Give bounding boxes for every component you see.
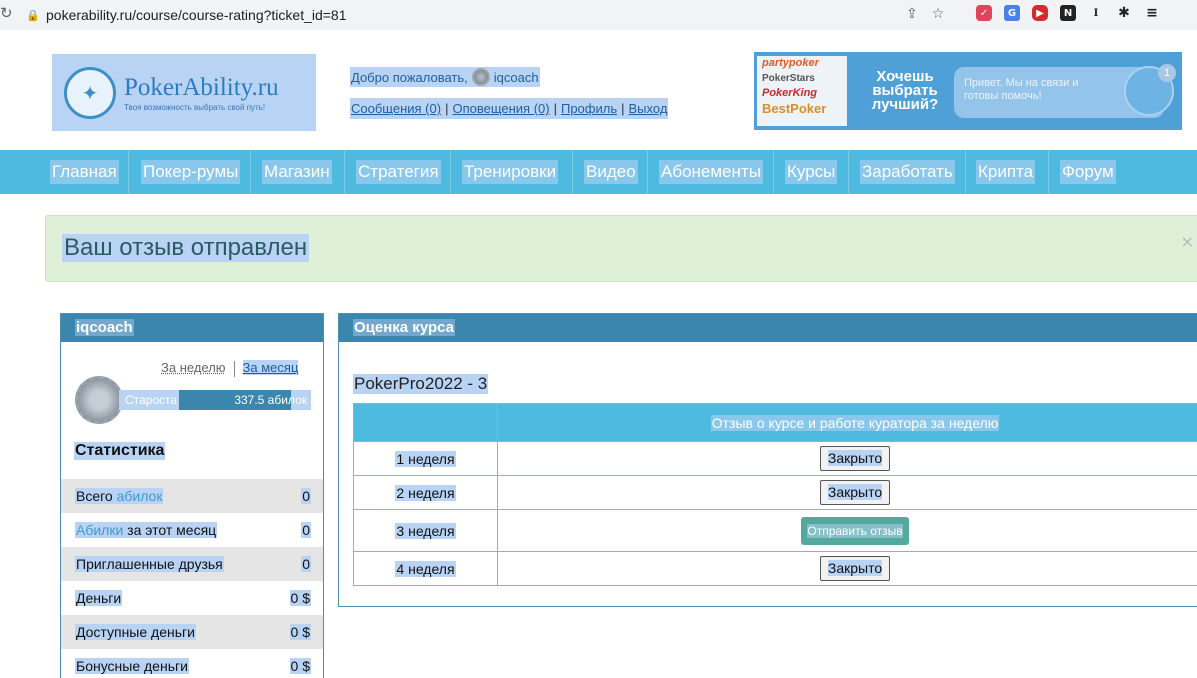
closed-button[interactable]: Закрыто <box>819 446 891 471</box>
rank-chip-icon <box>75 376 123 424</box>
course-rating-panel: Оценка курса PokerPro2022 - 3 Отзыв о ку… <box>338 313 1197 607</box>
rank-name: Староста <box>125 393 178 407</box>
browser-toolbar: ↻ 🔒 pokerability.ru/course/course-rating… <box>0 0 1197 30</box>
profile-link[interactable]: Профиль <box>561 101 617 116</box>
rank-progress-bar: Староста 337.5 абилок <box>119 390 311 410</box>
week-label: 4 неделя <box>395 560 456 577</box>
logo-tagline: Твоя возможность выбрать свой путь! <box>124 102 266 112</box>
user-links: Сообщения (0) | Оповещения (0) | Профиль | Вых… <box>350 98 669 119</box>
nav-item-poker-rooms[interactable]: Покер-румы <box>141 160 241 184</box>
close-icon[interactable]: × <box>1181 232 1194 251</box>
address-bar[interactable]: 🔒 pokerability.ru/course/course-rating?t… <box>26 2 966 28</box>
stat-value: 0 $ <box>289 658 311 674</box>
welcome-line: Добро пожаловать, iqcoach <box>350 67 540 87</box>
nav-item-earn[interactable]: Заработать <box>860 160 955 184</box>
site-logo[interactable]: ✦ PokerAbility.ru Твоя возможность выбра… <box>52 54 316 131</box>
nav-item-training[interactable]: Тренировки <box>462 160 559 184</box>
lock-icon[interactable]: 🔒 <box>26 9 40 22</box>
nav-item-subscriptions[interactable]: Абонементы <box>659 160 763 184</box>
chat-text: Привет. Мы на связи и готовы помочь! <box>964 77 1079 102</box>
bestpoker-logo: BestPoker <box>762 101 827 116</box>
chat-badge: 1 <box>1158 64 1176 82</box>
welcome-text: Добро пожаловать, <box>351 69 468 85</box>
logo-name: PokerAbility.ru <box>124 73 279 101</box>
user-panel-title: iqcoach <box>75 319 134 336</box>
period-switch: За неделю За месяц <box>161 360 299 377</box>
ad-banner[interactable]: partypoker PokerStars PokerKing BestPoke… <box>754 52 1182 130</box>
week-label: 1 неделя <box>395 450 456 467</box>
notion-icon[interactable]: N <box>1060 5 1076 21</box>
youtube-icon[interactable]: ▶ <box>1032 5 1048 21</box>
nav-item-video[interactable]: Видео <box>584 160 638 184</box>
course-panel-title: Оценка курса <box>353 319 455 336</box>
course-panel-header: Оценка курса <box>339 314 1197 342</box>
stat-row-money: Деньги 0 $ <box>75 590 311 606</box>
table-row: 1 неделя Закрыто <box>353 441 1197 476</box>
nav-item-home[interactable]: Главная <box>50 160 119 184</box>
extensions-puzzle-icon[interactable]: ✱ <box>1116 5 1132 21</box>
closed-button[interactable]: Закрыто <box>819 480 891 505</box>
stat-value: 0 <box>301 488 311 504</box>
table-header-week <box>353 403 498 442</box>
stat-value: 0 <box>301 556 311 572</box>
notifications-link[interactable]: Оповещения (0) <box>452 101 549 116</box>
share-icon[interactable]: ⇪ <box>906 6 918 22</box>
pokerking-logo: PokerKing <box>762 87 818 99</box>
table-row: 4 неделя Закрыто <box>353 551 1197 586</box>
stats-list: Всего абилок 0 Абилки за этот месяц 0 Пр… <box>61 479 323 678</box>
banner-room-logos: partypoker PokerStars PokerKing BestPoke… <box>757 56 847 126</box>
nav-item-forum[interactable]: Форум <box>1060 160 1116 184</box>
instapaper-icon[interactable]: I <box>1088 5 1104 21</box>
logout-link[interactable]: Выход <box>629 101 668 116</box>
address-bar-actions: ⇪ ☆ <box>906 6 944 22</box>
course-name: PokerPro2022 - 3 <box>353 374 489 394</box>
success-alert: Ваш отзыв отправлен × <box>45 215 1197 282</box>
pokerstars-logo: PokerStars <box>762 73 815 84</box>
nav-item-crypto[interactable]: Крипта <box>976 160 1036 184</box>
logo-compass-icon: ✦ <box>64 66 116 119</box>
stat-row-bonus-money: Бонусные деньги 0 $ <box>75 658 311 674</box>
user-panel-header: iqcoach <box>61 314 323 342</box>
url-text[interactable]: pokerability.ru/course/course-rating?tic… <box>46 7 347 23</box>
table-header-feedback: Отзыв о курсе и работе куратора за недел… <box>497 403 1197 442</box>
stat-row-invited-friends: Приглашенные друзья 0 <box>61 547 323 581</box>
extensions: ✓ G ▶ N I ✱ ≡ <box>976 5 1160 21</box>
banner-title: Хочешь выбрать лучший? <box>871 68 939 113</box>
stats-title: Статистика <box>74 442 166 460</box>
main-nav: Главная Покер-румы Магазин Стратегия Тре… <box>0 150 1197 194</box>
stat-row-total-abilki: Всего абилок 0 <box>61 479 323 513</box>
pocket-icon[interactable]: ✓ <box>976 5 992 21</box>
period-month-link[interactable]: За месяц <box>242 360 299 375</box>
table-row: 2 неделя Закрыто <box>353 475 1197 510</box>
closed-button[interactable]: Закрыто <box>819 556 891 581</box>
stat-value: 0 $ <box>289 590 311 606</box>
weeks-table: Отзыв о курсе и работе куратора за недел… <box>353 403 1197 586</box>
week-label: 3 неделя <box>395 522 456 539</box>
abilki-link[interactable]: Абилки <box>76 522 123 538</box>
table-row: 3 неделя Отправить отзыв <box>353 509 1197 552</box>
messages-link[interactable]: Сообщения (0) <box>351 101 441 116</box>
nav-item-courses[interactable]: Курсы <box>785 160 838 184</box>
stat-value: 0 <box>301 522 311 538</box>
partypoker-logo: partypoker <box>762 57 819 69</box>
user-stats-panel: iqcoach За неделю За месяц Староста 337.5… <box>60 313 324 678</box>
period-week-link[interactable]: За неделю <box>161 360 226 375</box>
nav-item-strategy[interactable]: Стратегия <box>356 160 441 184</box>
translate-icon[interactable]: G <box>1004 5 1020 21</box>
nav-item-shop[interactable]: Магазин <box>262 160 332 184</box>
user-avatar <box>471 68 490 86</box>
week-label: 2 неделя <box>395 484 456 501</box>
stat-row-month-abilki: Абилки за этот месяц 0 <box>75 522 311 538</box>
abilki-link[interactable]: абилок <box>117 488 163 504</box>
reload-icon[interactable]: ↻ <box>0 4 14 24</box>
stat-value: 0 $ <box>289 624 311 640</box>
table-header-row: Отзыв о курсе и работе куратора за недел… <box>353 403 1197 442</box>
rank-value: 337.5 абилок <box>234 393 307 407</box>
send-feedback-button[interactable]: Отправить отзыв <box>801 516 909 545</box>
alert-message: Ваш отзыв отправлен <box>62 234 310 262</box>
reading-list-icon[interactable]: ≡ <box>1144 5 1160 21</box>
bookmark-star-icon[interactable]: ☆ <box>932 6 945 22</box>
stat-row-available-money: Доступные деньги 0 $ <box>61 615 323 649</box>
welcome-username[interactable]: iqcoach <box>494 70 539 85</box>
